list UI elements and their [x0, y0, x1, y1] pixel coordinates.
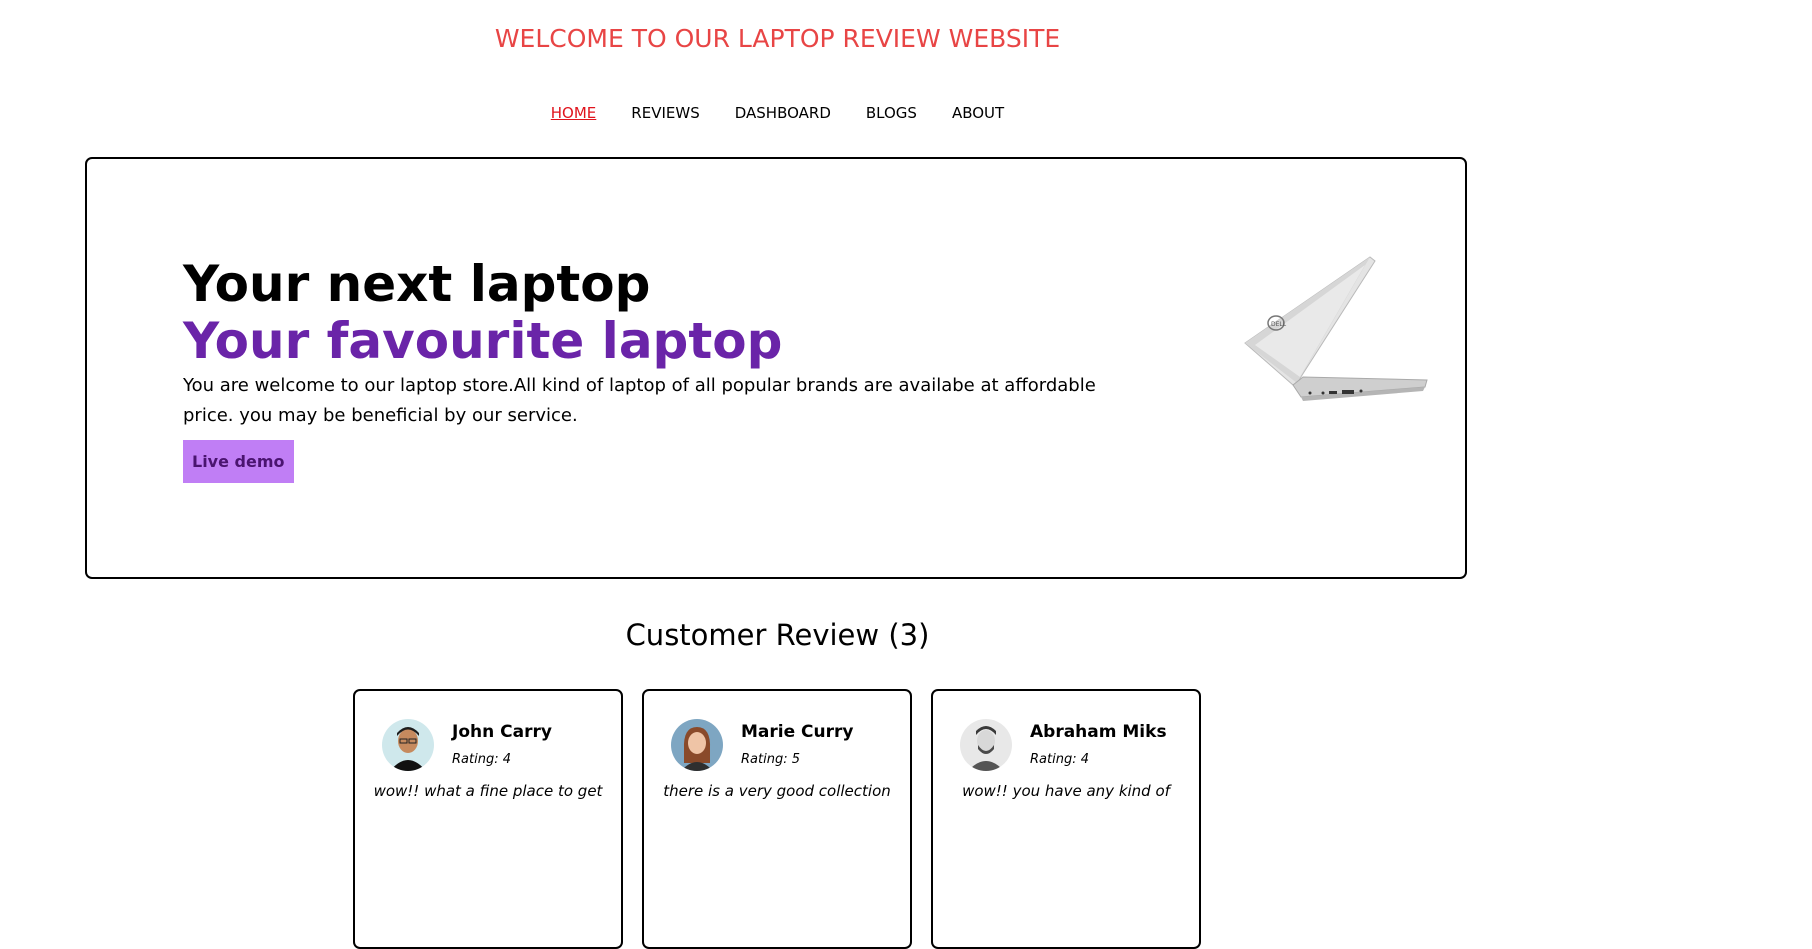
reviewer-rating: Rating: 4 [452, 752, 511, 767]
nav-item-reviews[interactable]: REVIEWS [631, 104, 699, 122]
hero-headline: Your next laptop [183, 255, 651, 313]
main-nav: HOME REVIEWS DASHBOARD BLOGS ABOUT [0, 104, 1555, 122]
customer-review-heading: Customer Review (3) [625, 618, 930, 652]
hero-description: You are welcome to our laptop store.All … [183, 375, 1096, 426]
reviewer-name: Abraham Miks [1030, 722, 1167, 742]
review-text: wow!! what a fine place to get [373, 782, 603, 800]
laptop-image: DELL [1244, 256, 1428, 401]
nav-item-home[interactable]: HOME [551, 104, 597, 122]
live-demo-button[interactable]: Live demo [183, 440, 294, 483]
avatar [382, 719, 434, 771]
review-text: there is a very good collection [663, 782, 891, 800]
nav-item-blogs[interactable]: BLOGS [866, 104, 917, 122]
hero-subheadline: Your favourite laptop [183, 312, 783, 370]
review-card: Abraham Miks Rating: 4 wow!! you have an… [931, 689, 1201, 949]
site-title: WELCOME TO OUR LAPTOP REVIEW WEBSITE [494, 24, 1061, 53]
review-card: John Carry Rating: 4 wow!! what a fine p… [353, 689, 623, 949]
svg-text:DELL: DELL [1271, 321, 1287, 328]
reviewer-rating: Rating: 4 [1030, 752, 1089, 767]
review-text: wow!! you have any kind of [962, 782, 1170, 800]
nav-item-about[interactable]: ABOUT [952, 104, 1004, 122]
nav-item-dashboard[interactable]: DASHBOARD [735, 104, 831, 122]
avatar [671, 719, 723, 771]
hero-text: Your next laptop Your favourite laptop Y… [183, 255, 1103, 483]
reviewer-name: Marie Curry [741, 722, 854, 742]
review-cards: John Carry Rating: 4 wow!! what a fine p… [353, 689, 1201, 949]
hero-banner: Your next laptop Your favourite laptop Y… [85, 157, 1467, 579]
avatar [960, 719, 1012, 771]
reviewer-rating: Rating: 5 [741, 752, 800, 767]
reviewer-name: John Carry [452, 722, 552, 742]
review-card: Marie Curry Rating: 5 there is a very go… [642, 689, 912, 949]
